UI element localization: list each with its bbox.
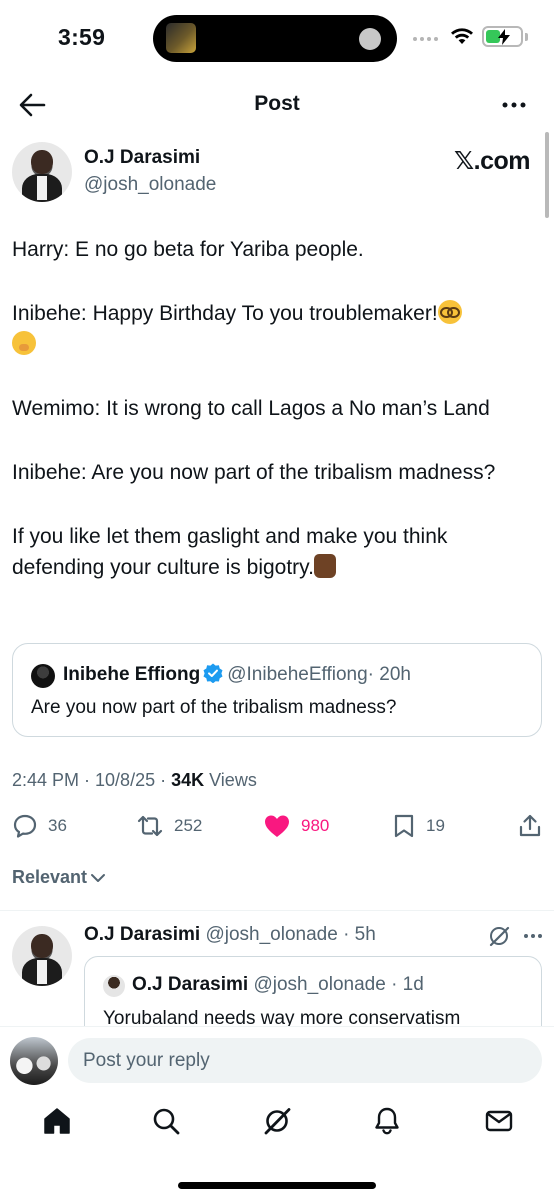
reply-composer: Post your reply	[0, 1026, 554, 1090]
reply-button[interactable]: 36	[12, 808, 67, 844]
reply-author-avatar[interactable]	[12, 926, 72, 986]
battery-icon	[482, 26, 523, 47]
quoted-post-age: · 20h	[367, 664, 411, 685]
share-button[interactable]	[518, 808, 552, 844]
home-icon[interactable]	[42, 1106, 72, 1136]
post-paragraph: Wemimo: It is wrong to call Lagos a No m…	[12, 397, 490, 420]
status-bar: 3:59	[0, 0, 554, 78]
reply-quoted-meta: @josh_olonade · 1d	[253, 974, 424, 995]
bottom-tab-bar	[0, 1090, 554, 1200]
divider	[0, 910, 554, 911]
bookmark-icon	[394, 814, 414, 838]
post-time: 2:44 PM · 10/8/25 ·	[12, 770, 172, 790]
reply-header: O.J Darasimi @josh_olonade · 5h	[84, 924, 376, 946]
more-horizontal-icon[interactable]	[522, 926, 544, 946]
quoted-post-header: Inibehe Effiong @InibeheEffiong· 20h	[63, 663, 411, 686]
chevron-down-icon	[91, 873, 106, 882]
x-com-badge: 𝕏.com	[454, 147, 531, 175]
quoted-post-card[interactable]: Inibehe Effiong @InibeheEffiong· 20h Are …	[12, 643, 542, 737]
views-label: Views	[204, 770, 257, 790]
wifi-icon	[451, 28, 473, 44]
audio-indicator-icon	[359, 28, 381, 50]
post-timestamp: 2:44 PM · 10/8/25 · 34K Views	[12, 770, 257, 791]
verified-badge-icon	[203, 663, 223, 683]
author-handle[interactable]: @josh_olonade	[84, 174, 216, 196]
post-paragraph: Harry: E no go beta for Yariba people.	[12, 238, 364, 261]
quoted-author-handle: @InibeheEffiong	[227, 664, 368, 685]
bookmark-count: 19	[426, 816, 445, 835]
reply-quoted-header: O.J Darasimi @josh_olonade · 1d	[132, 974, 424, 996]
repost-count: 252	[174, 816, 203, 835]
share-icon	[519, 814, 541, 837]
now-playing-artwork	[166, 23, 196, 53]
notifications-icon[interactable]	[372, 1106, 402, 1136]
nerd-face-emoji	[437, 300, 462, 324]
messages-icon[interactable]	[484, 1106, 514, 1136]
post-paragraph-text: If you like let them gaslight and make y…	[12, 525, 448, 579]
post-paragraph-text: Inibehe: Happy Birthday To you troublema…	[12, 302, 438, 325]
home-indicator[interactable]	[178, 1182, 376, 1189]
search-icon[interactable]	[151, 1106, 181, 1136]
quoted-author-name: Inibehe Effiong	[63, 664, 201, 685]
post-header: Post	[0, 80, 554, 130]
like-count: 980	[301, 816, 330, 835]
grok-icon[interactable]	[262, 1106, 292, 1136]
signal-icon	[413, 37, 438, 41]
reply-quoted-name: O.J Darasimi	[132, 974, 249, 995]
status-time: 3:59	[58, 24, 106, 50]
reply-sort-label: Relevant	[12, 867, 88, 887]
quoted-author-avatar	[31, 664, 55, 688]
reply-quoted-avatar	[103, 975, 125, 997]
author-avatar[interactable]	[12, 142, 72, 202]
current-user-avatar[interactable]	[10, 1037, 58, 1085]
post-paragraph: Inibehe: Happy Birthday To you troublema…	[12, 298, 542, 360]
reply-icon	[13, 814, 37, 838]
post-action-bar: 36 252 980 19	[0, 808, 554, 844]
grok-icon[interactable]	[487, 924, 511, 948]
heart-filled-icon	[265, 815, 289, 837]
bookmark-button[interactable]: 19	[392, 808, 445, 844]
quoted-post-text: Are you now part of the tribalism madnes…	[31, 697, 397, 718]
battery-cap	[525, 33, 528, 41]
reply-author-name[interactable]: O.J Darasimi	[84, 924, 200, 945]
post-paragraph: If you like let them gaslight and make y…	[12, 521, 542, 583]
more-horizontal-icon[interactable]	[500, 93, 528, 117]
repost-icon	[137, 815, 163, 837]
reply-sort-dropdown[interactable]: Relevant	[12, 867, 106, 888]
author-name[interactable]: O.J Darasimi	[84, 147, 200, 169]
views-count[interactable]: 34K	[171, 770, 204, 790]
repost-button[interactable]: 252	[136, 808, 202, 844]
thumbs-up-dark-skin-emoji	[313, 554, 336, 578]
dynamic-island	[153, 15, 397, 62]
hand-over-mouth-emoji	[12, 331, 36, 355]
page-title: Post	[254, 92, 300, 115]
reply-input[interactable]: Post your reply	[68, 1038, 542, 1083]
reply-count: 36	[48, 816, 67, 835]
reply-meta: @josh_olonade · 5h	[205, 924, 376, 945]
scrollbar-thumb[interactable]	[545, 132, 549, 218]
post-text: Harry: E no go beta for Yariba people. I…	[12, 234, 542, 583]
like-button[interactable]: 980	[263, 808, 329, 844]
post-paragraph: Inibehe: Are you now part of the tribali…	[12, 461, 496, 484]
